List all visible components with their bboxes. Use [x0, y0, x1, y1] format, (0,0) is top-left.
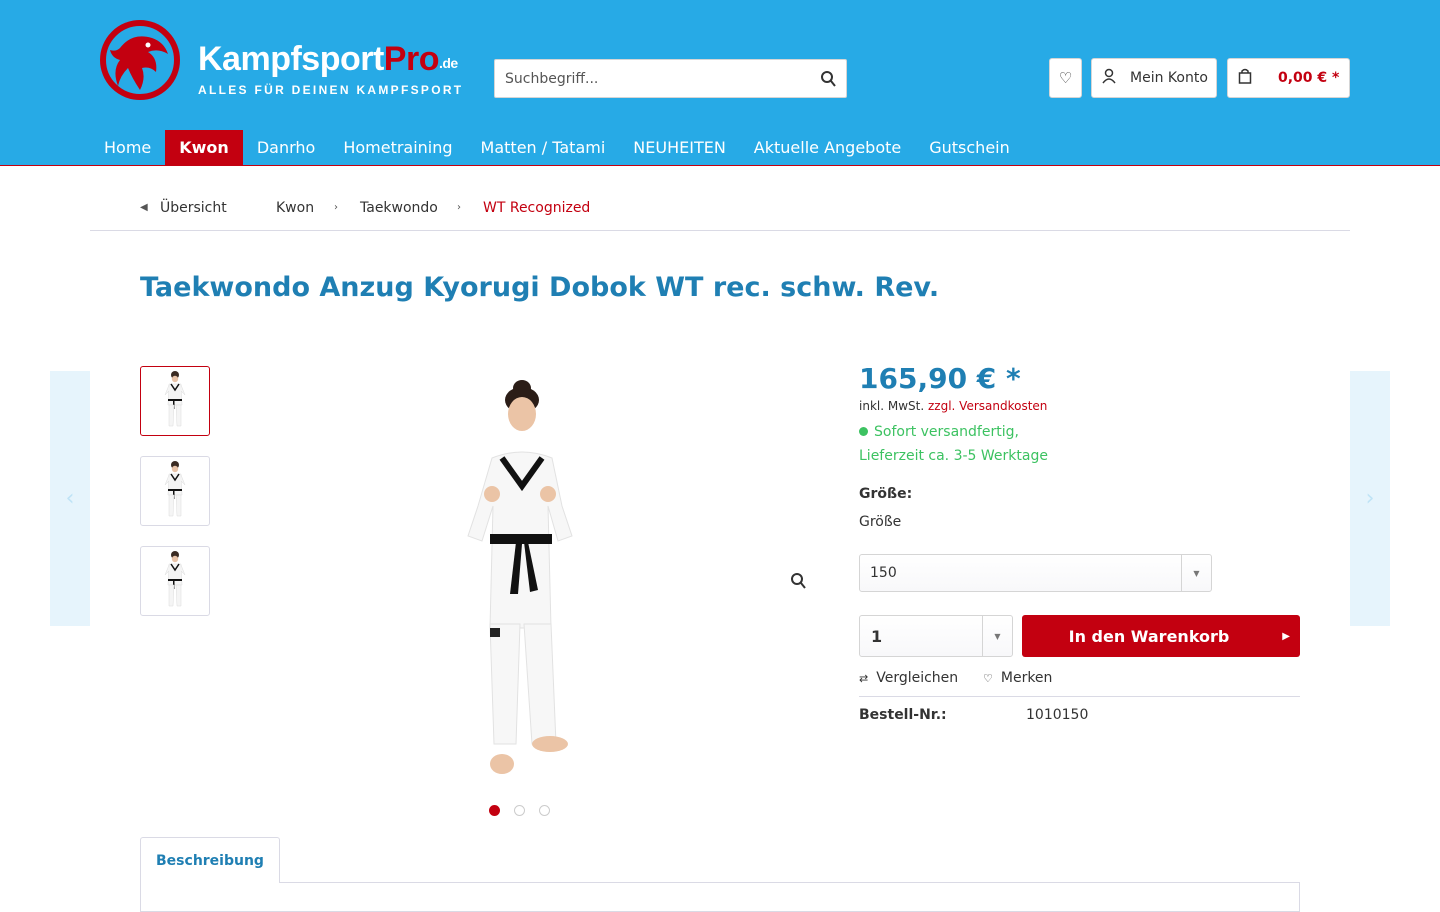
chevron-right-icon: › — [334, 202, 338, 213]
chevron-down-icon: ▼ — [982, 616, 1012, 656]
gallery-dot[interactable] — [489, 805, 500, 816]
heart-icon: ♡ — [1058, 69, 1073, 87]
next-product-arrow[interactable]: › — [1350, 371, 1390, 626]
size-select-value: 150 — [870, 565, 897, 581]
nav-item-hometraining[interactable]: Hometraining — [329, 130, 466, 165]
user-icon — [1100, 68, 1118, 88]
account-label: Mein Konto — [1130, 70, 1208, 86]
tax-text: inkl. MwSt. — [859, 399, 925, 413]
size-select[interactable]: 150 ▼ — [859, 554, 1212, 592]
breadcrumb-overview[interactable]: Übersicht — [160, 200, 227, 216]
tab-beschreibung[interactable]: Beschreibung — [140, 837, 280, 883]
site-logo[interactable]: KampfsportPro.de ALLES FÜR DEINEN KAMPFS… — [98, 18, 468, 104]
quantity-select[interactable]: 1 ▼ — [859, 615, 1013, 657]
product-price: 165,90 € * — [859, 362, 1021, 395]
product-thumbnail-image — [164, 460, 186, 517]
chevron-right-icon: › — [1365, 486, 1375, 511]
compare-icon: ⇄ — [859, 672, 869, 685]
product-main-image[interactable] — [430, 366, 620, 786]
remember-label: Merken — [1000, 670, 1053, 686]
nav-item-home[interactable]: Home — [90, 130, 165, 165]
delivery-status-line1: Sofort versandfertig, — [874, 424, 1019, 440]
tab-panel — [140, 882, 1300, 912]
bag-icon — [1236, 68, 1254, 88]
order-number-label: Bestell-Nr.: — [859, 707, 947, 723]
product-thumbnail-image — [164, 370, 186, 427]
product-thumbnail-image — [164, 550, 186, 607]
chevron-right-icon: ▶ — [1282, 630, 1290, 642]
gallery-thumbnail[interactable] — [140, 456, 210, 526]
cart-amount: 0,00 € * — [1278, 70, 1340, 86]
search-icon[interactable] — [810, 60, 846, 97]
nav-item-danrho[interactable]: Danrho — [243, 130, 330, 165]
gallery-dot[interactable] — [514, 805, 525, 816]
order-number-value: 1010150 — [1026, 707, 1089, 723]
gallery-dots — [489, 805, 550, 816]
nav-item-kwon[interactable]: Kwon — [165, 130, 243, 165]
nav-item-matten-tatami[interactable]: Matten / Tatami — [467, 130, 620, 165]
product-title: Taekwondo Anzug Kyorugi Dobok WT rec. sc… — [140, 272, 940, 303]
chevron-down-icon: ▼ — [1181, 555, 1211, 591]
site-header: KampfsportPro.de ALLES FÜR DEINEN KAMPFS… — [0, 0, 1440, 166]
compare-label: Vergleichen — [876, 670, 959, 686]
heart-icon: ♡ — [983, 672, 993, 685]
remember-link[interactable]: ♡ Merken — [983, 670, 1052, 686]
zoom-icon[interactable] — [790, 572, 806, 594]
delivery-status-line2: Lieferzeit ca. 3-5 Werktage — [859, 448, 1048, 464]
logo-tagline: ALLES FÜR DEINEN KAMPFSPORT — [198, 83, 464, 97]
gallery-thumbnail[interactable] — [140, 546, 210, 616]
divider — [859, 696, 1300, 697]
prev-product-arrow[interactable]: ‹ — [50, 371, 90, 626]
chevron-left-icon: ‹ — [65, 486, 75, 511]
nav-item-neuheiten[interactable]: NEUHEITEN — [619, 130, 740, 165]
wishlist-button[interactable]: ♡ — [1049, 58, 1082, 98]
tax-info: inkl. MwSt. zzgl. Versandkosten — [859, 399, 1047, 413]
breadcrumb-taekwondo[interactable]: Taekwondo — [360, 200, 438, 216]
account-button[interactable]: Mein Konto — [1091, 58, 1217, 98]
dragon-logo-icon — [100, 20, 180, 100]
size-sublabel: Größe — [859, 514, 902, 530]
gallery-dot[interactable] — [539, 805, 550, 816]
arrow-left-icon: ◀ — [140, 202, 148, 213]
cart-button[interactable]: 0,00 € * — [1227, 58, 1350, 98]
nav-item-aktuelle-angebote[interactable]: Aktuelle Angebote — [740, 130, 915, 165]
add-to-cart-button[interactable]: In den Warenkorb ▶ — [1022, 615, 1300, 657]
search-box — [494, 59, 847, 98]
delivery-status: Sofort versandfertig, Lieferzeit ca. 3-5… — [859, 420, 1048, 468]
main-navigation: Home Kwon Danrho Hometraining Matten / T… — [90, 130, 1024, 166]
compare-link[interactable]: ⇄ Vergleichen — [859, 670, 958, 686]
add-to-cart-label: In den Warenkorb — [1068, 626, 1230, 646]
quantity-value: 1 — [871, 627, 883, 646]
status-dot-icon — [859, 427, 868, 436]
gallery-thumbnail[interactable] — [140, 366, 210, 436]
size-label: Größe: — [859, 486, 913, 502]
chevron-right-icon: › — [457, 202, 461, 213]
breadcrumb-wt-recognized[interactable]: WT Recognized — [483, 200, 590, 216]
breadcrumb: ◀ Übersicht Kwon › Taekwondo › WT Recogn… — [90, 188, 1350, 231]
nav-item-gutschein[interactable]: Gutschein — [915, 130, 1024, 165]
breadcrumb-kwon[interactable]: Kwon — [276, 200, 314, 216]
shipping-costs-link[interactable]: zzgl. Versandkosten — [928, 399, 1047, 413]
search-input[interactable] — [495, 60, 805, 97]
logo-wordmark: KampfsportPro.de — [198, 40, 458, 78]
